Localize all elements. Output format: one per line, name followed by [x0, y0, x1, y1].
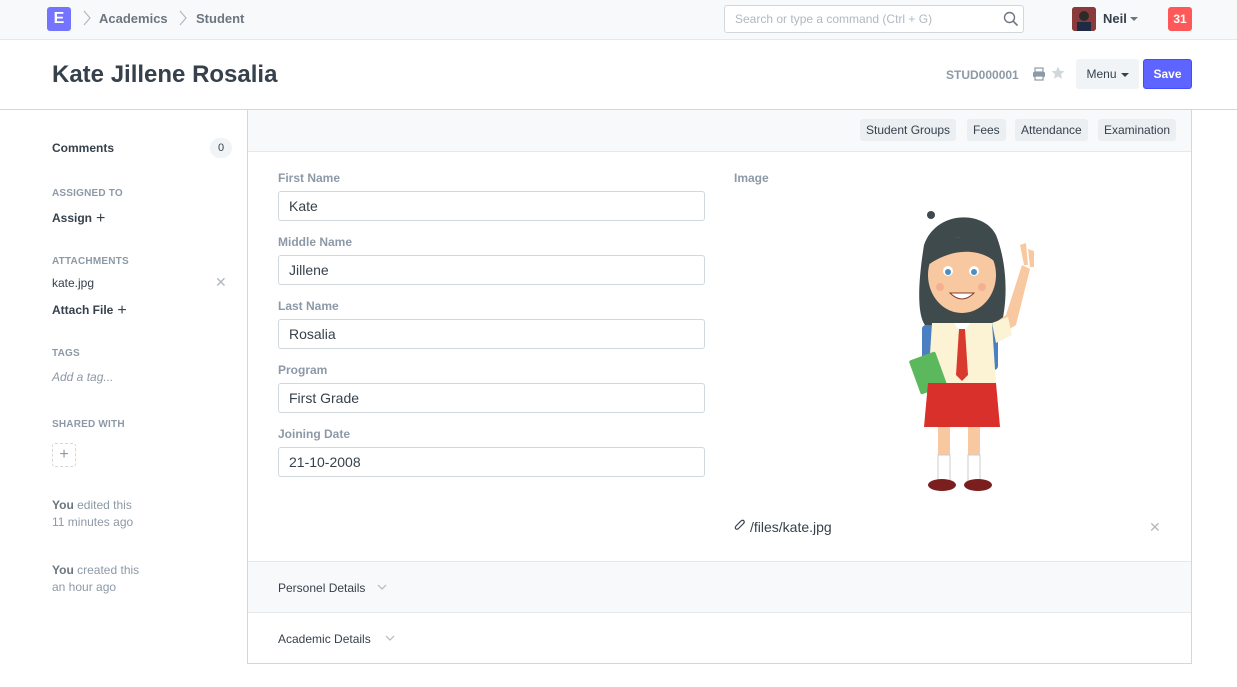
- attachments-heading: ATTACHMENTS: [52, 256, 129, 267]
- comments-count-badge: 0: [210, 138, 232, 158]
- remove-image-icon[interactable]: ✕: [1149, 519, 1161, 536]
- student-photo: [909, 211, 1034, 491]
- tags-heading: TAGS: [52, 348, 80, 359]
- menu-button[interactable]: Menu: [1076, 59, 1139, 89]
- assign-label: Assign: [52, 211, 93, 225]
- activity-item: You created this an hour ago: [52, 562, 139, 596]
- section-personel-details[interactable]: Personel Details: [248, 561, 1191, 612]
- page-header: Kate Jillene Rosalia STUD000001 Menu Sav…: [0, 40, 1237, 110]
- search-box: [724, 5, 1024, 33]
- activity-time: an hour ago: [52, 580, 117, 594]
- link-examination[interactable]: Examination: [1098, 119, 1177, 141]
- avatar-image: [1072, 7, 1096, 31]
- save-button[interactable]: Save: [1143, 59, 1192, 89]
- form-panel: Student Groups Fees Attendance Examinati…: [247, 110, 1192, 664]
- caret-down-icon: [1120, 72, 1129, 77]
- user-name[interactable]: Neil: [1103, 11, 1127, 26]
- section-title: Academic Details: [278, 632, 371, 646]
- plus-icon: +: [117, 302, 127, 319]
- caret-down-icon[interactable]: [1130, 17, 1138, 21]
- remove-attachment-icon[interactable]: ✕: [215, 274, 227, 291]
- breadcrumb-academics[interactable]: Academics: [99, 11, 168, 26]
- notification-badge[interactable]: 31: [1168, 7, 1192, 31]
- activity-item: You edited this 11 minutes ago: [52, 497, 133, 531]
- chevron-right-icon: [83, 10, 91, 26]
- attach-file-label: Attach File: [52, 303, 114, 317]
- joining-date-input[interactable]: [278, 447, 705, 477]
- add-tag-input[interactable]: Add a tag...: [52, 370, 113, 384]
- last-name-label: Last Name: [278, 299, 339, 313]
- assign-button[interactable]: Assign +: [52, 209, 105, 227]
- avatar[interactable]: [1072, 7, 1096, 31]
- plus-icon: +: [96, 210, 106, 227]
- attach-file-button[interactable]: Attach File +: [52, 301, 127, 319]
- navbar: E Academics Student Neil 31: [0, 0, 1237, 40]
- last-name-input[interactable]: [278, 319, 705, 349]
- assigned-to-heading: ASSIGNED TO: [52, 188, 123, 199]
- first-name-label: First Name: [278, 171, 341, 185]
- section-title: Personel Details: [278, 581, 366, 595]
- activity-action: edited this: [77, 498, 132, 512]
- link-student-groups[interactable]: Student Groups: [860, 119, 957, 141]
- menu-label: Menu: [1086, 67, 1117, 81]
- link-fees[interactable]: Fees: [967, 119, 1006, 141]
- search-icon[interactable]: [1003, 11, 1019, 27]
- program-label: Program: [278, 363, 328, 377]
- activity-user[interactable]: You: [52, 563, 74, 577]
- joining-date-label: Joining Date: [278, 427, 351, 441]
- shared-with-heading: SHARED WITH: [52, 419, 125, 430]
- image-label: Image: [734, 171, 769, 185]
- middle-name-input[interactable]: [278, 255, 705, 285]
- document-id: STUD000001: [946, 68, 1019, 82]
- form-sidebar: Comments 0 ASSIGNED TO Assign + ATTACHMEN…: [52, 110, 232, 687]
- activity-time: 11 minutes ago: [52, 515, 134, 529]
- chevron-down-icon: [377, 584, 387, 590]
- dashboard-links: Student Groups Fees Attendance Examinati…: [248, 110, 1191, 152]
- activity-action: created this: [77, 563, 140, 577]
- first-name-input[interactable]: [278, 191, 705, 221]
- chevron-down-icon: [385, 635, 395, 641]
- middle-name-label: Middle Name: [278, 235, 353, 249]
- comments-label[interactable]: Comments: [52, 141, 114, 155]
- breadcrumb-student[interactable]: Student: [196, 11, 244, 26]
- link-attendance[interactable]: Attendance: [1015, 119, 1088, 141]
- add-share-button[interactable]: +: [52, 443, 76, 467]
- image-file-link[interactable]: /files/kate.jpg: [750, 519, 832, 535]
- page-title: Kate Jillene Rosalia: [52, 61, 278, 88]
- attachment-link[interactable]: kate.jpg: [52, 276, 94, 290]
- app-logo[interactable]: E: [47, 7, 71, 31]
- program-input[interactable]: [278, 383, 705, 413]
- star-icon[interactable]: [1051, 66, 1065, 80]
- print-icon[interactable]: [1032, 67, 1046, 81]
- section-academic-details[interactable]: Academic Details: [248, 612, 1191, 663]
- chevron-right-icon: [179, 10, 187, 26]
- activity-user[interactable]: You: [52, 498, 74, 512]
- search-input[interactable]: [725, 6, 995, 32]
- paperclip-icon: [734, 519, 745, 530]
